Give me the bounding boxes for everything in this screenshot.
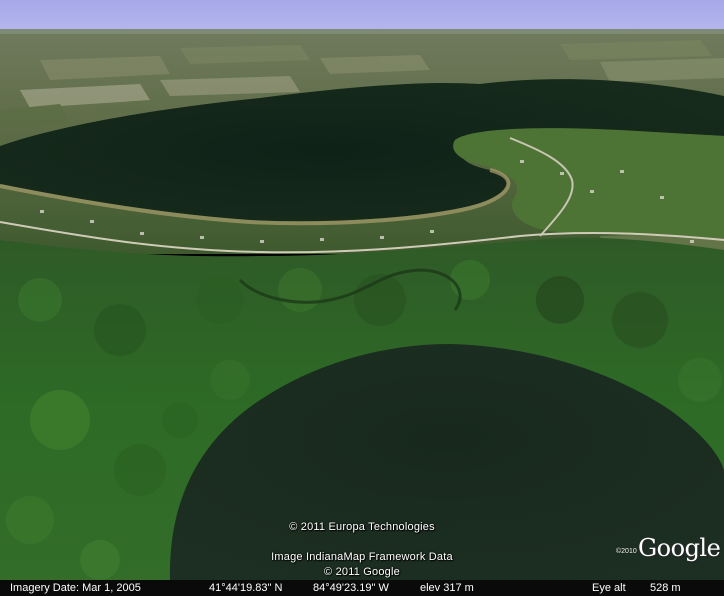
logo-copyright-year: ©2010: [616, 548, 637, 555]
earth-viewer[interactable]: © 2011 Europa Technologies Image Indiana…: [0, 0, 724, 596]
elevation-readout: elev 317 m: [420, 582, 474, 594]
eye-alt-label: Eye alt: [592, 582, 626, 594]
status-bar: Imagery Date: Mar 1, 2005 41°44'19.83" N…: [0, 580, 724, 596]
attribution-europa: © 2011 Europa Technologies: [289, 521, 435, 533]
imagery-date: Imagery Date: Mar 1, 2005: [10, 582, 141, 594]
attribution-google: © 2011 Google: [324, 566, 400, 578]
sky: [0, 0, 724, 30]
satellite-terrain-view[interactable]: [0, 0, 724, 596]
latitude-readout: 41°44'19.83" N: [209, 582, 283, 594]
longitude-readout: 84°49'23.19" W: [313, 582, 389, 594]
logo-wordmark: Google: [638, 534, 721, 562]
eye-alt-value: 528 m: [650, 582, 681, 594]
